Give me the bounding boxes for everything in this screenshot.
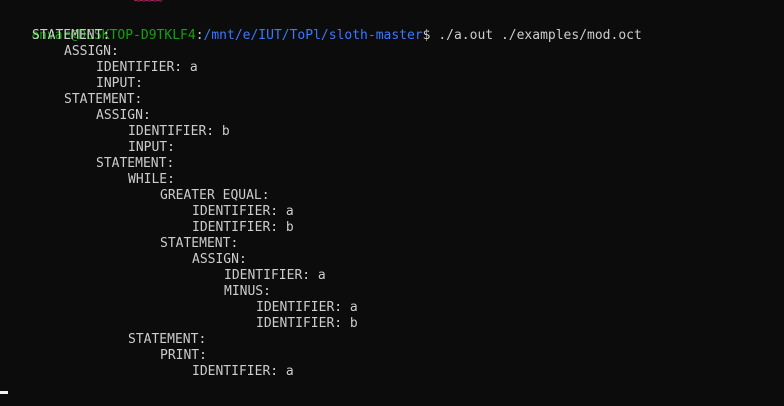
output-line: STATEMENT: — [128, 332, 207, 347]
output-line: WHILE: — [128, 172, 175, 187]
output-line: INPUT: — [96, 76, 143, 91]
output-line: IDENTIFIER: a — [224, 268, 326, 283]
prompt-path: /mnt/e/IUT/ToPl/sloth-master — [203, 28, 423, 43]
output-line: ASSIGN: — [192, 252, 247, 267]
output-line: IDENTIFIER: a — [256, 300, 358, 315]
output-line: IDENTIFIER: a — [192, 204, 294, 219]
output-line: IDENTIFIER: a — [96, 60, 198, 75]
prompt-command: ./a.out ./examples/mod.oct — [430, 28, 642, 43]
output-line: PRINT: — [160, 348, 207, 363]
output-line: STATEMENT: — [96, 156, 175, 171]
prompt-separator: : — [195, 28, 204, 43]
output-line: STATEMENT: — [160, 236, 239, 251]
output-line: MINUS: — [224, 284, 271, 299]
shell-prompt-line: anvar@DESKTOP-D9TKLF4:/mnt/e/IUT/ToPl/sl… — [0, 12, 642, 43]
output-line: STATEMENT: — [32, 28, 111, 43]
prompt-symbol: $ — [422, 28, 431, 43]
output-line: IDENTIFIER: a — [192, 364, 294, 379]
output-line: ASSIGN: — [64, 44, 119, 59]
output-line: INPUT: — [128, 140, 175, 155]
terminal-window[interactable]: ^~~~~~ anvar@DESKTOP-D9TKLF4:/mnt/e/IUT/… — [0, 0, 784, 406]
output-line: IDENTIFIER: b — [256, 316, 358, 331]
error-squiggle: ^~~~~~ — [128, 0, 163, 7]
output-line: IDENTIFIER: b — [128, 124, 230, 139]
output-line: IDENTIFIER: b — [192, 220, 294, 235]
output-line: STATEMENT: — [64, 92, 143, 107]
output-line: GREATER EQUAL: — [160, 188, 270, 203]
text-cursor — [0, 391, 8, 394]
output-line: ASSIGN: — [96, 108, 151, 123]
